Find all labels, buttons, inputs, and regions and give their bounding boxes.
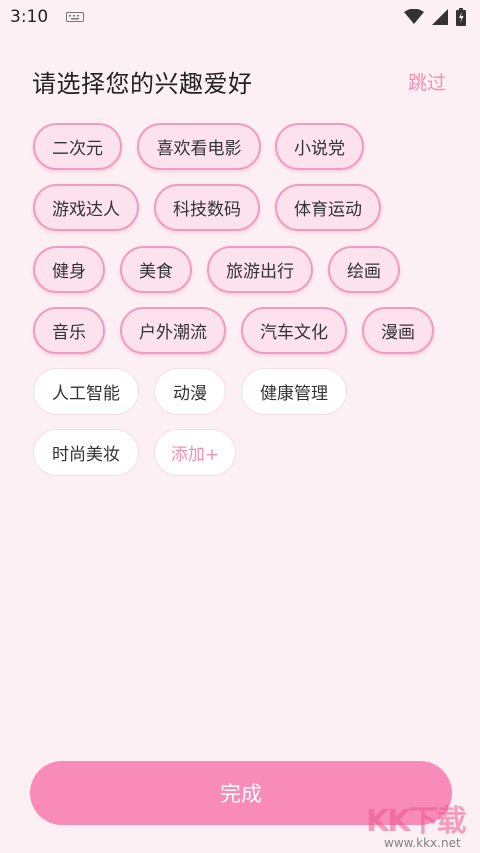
interest-tag[interactable]: 动漫: [154, 368, 226, 415]
wifi-icon: [404, 8, 424, 29]
interest-tag[interactable]: 健康管理: [241, 368, 347, 415]
interest-tag[interactable]: 二次元: [33, 123, 122, 170]
interest-tag[interactable]: 科技数码: [154, 184, 260, 231]
interest-tag[interactable]: 音乐: [33, 307, 105, 354]
watermark-url: www.kkx.net: [384, 836, 461, 850]
interest-tag[interactable]: 美食: [120, 246, 192, 293]
page-title: 请选择您的兴趣爱好: [32, 70, 253, 98]
watermark: KK下载 www.kkx.net: [362, 796, 480, 853]
interest-tag[interactable]: 旅游出行: [207, 246, 313, 293]
status-icons: [404, 8, 466, 30]
keyboard-icon: [66, 12, 85, 22]
interest-tag[interactable]: 体育运动: [275, 184, 381, 231]
interest-tag[interactable]: 绘画: [328, 246, 400, 293]
watermark-logo: KK下载: [366, 804, 466, 839]
battery-icon: [456, 8, 466, 30]
interest-tag[interactable]: 汽车文化: [241, 307, 347, 354]
interest-tag[interactable]: 健身: [33, 246, 105, 293]
signal-icon: [432, 9, 448, 29]
interest-tag[interactable]: 喜欢看电影: [137, 123, 261, 170]
interest-tag[interactable]: 游戏达人: [33, 184, 139, 231]
interest-tag[interactable]: 户外潮流: [120, 307, 226, 354]
add-tag-button[interactable]: 添加+: [154, 429, 236, 476]
skip-button[interactable]: 跳过: [408, 68, 446, 95]
status-bar: 3:10: [0, 0, 480, 34]
interest-tag[interactable]: 时尚美妆: [33, 429, 139, 476]
interest-tag[interactable]: 小说党: [275, 123, 364, 170]
interest-tag[interactable]: 人工智能: [33, 368, 139, 415]
status-time: 3:10: [10, 7, 49, 27]
interest-tag[interactable]: 漫画: [362, 307, 434, 354]
